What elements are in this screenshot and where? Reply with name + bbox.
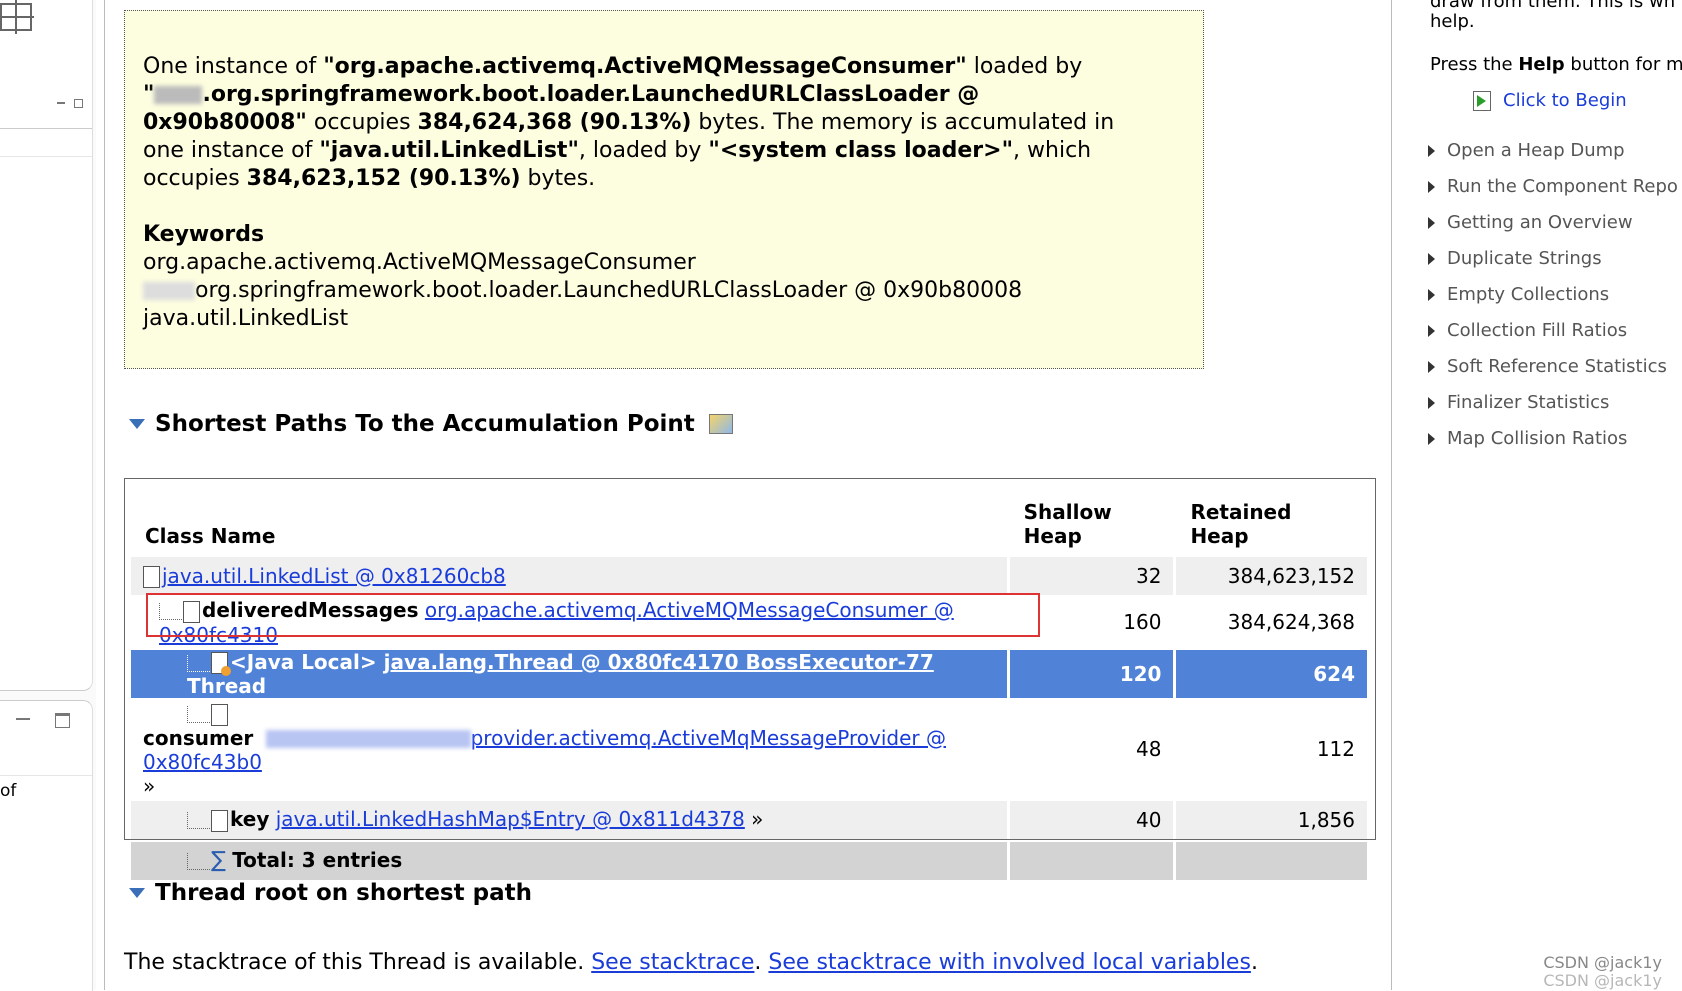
object-icon bbox=[211, 809, 228, 832]
highlight-annotation bbox=[146, 593, 1040, 637]
retained-value: 384,623,152 bbox=[1176, 557, 1367, 595]
consumer-class: "org.apache.activemq.ActiveMQMessageCons… bbox=[323, 54, 967, 79]
object-link[interactable]: java.lang.Thread @ 0x80fc4170 BossExecut… bbox=[384, 650, 934, 674]
shallow-value: 120 bbox=[1009, 649, 1174, 698]
help-item[interactable]: Duplicate Strings bbox=[1428, 248, 1602, 269]
redacted-text bbox=[154, 86, 203, 104]
left-panel-upper bbox=[0, 0, 93, 691]
stacktrace-text: The stacktrace of this Thread is availab… bbox=[124, 950, 1258, 975]
help-item[interactable]: Map Collision Ratios bbox=[1428, 428, 1627, 449]
object-icon bbox=[143, 566, 160, 589]
left-panel-lower: of bbox=[0, 700, 93, 991]
field-name: consumer bbox=[143, 725, 254, 750]
keywords-title: Keywords bbox=[143, 222, 265, 247]
field-name: key bbox=[230, 807, 270, 832]
expand-arrow-icon bbox=[1428, 288, 1435, 301]
keyword-item: org.springframework.boot.loader.Launched… bbox=[143, 277, 1185, 305]
object-link[interactable]: java.util.LinkedHashMap$Entry @ 0x811d43… bbox=[276, 807, 745, 831]
row-suffix: » bbox=[751, 807, 764, 832]
minimize-icon[interactable] bbox=[16, 718, 30, 720]
help-item[interactable]: Open a Heap Dump bbox=[1428, 140, 1625, 161]
object-link[interactable]: provider.activemq.ActiveMqMessageProvide… bbox=[143, 726, 946, 774]
expand-arrow-icon bbox=[1428, 216, 1435, 229]
retained-value: 112 bbox=[1316, 737, 1355, 762]
tree-connector bbox=[187, 706, 210, 723]
expand-arrow-icon bbox=[1428, 180, 1435, 193]
retained-value: 624 bbox=[1176, 649, 1367, 698]
image-icon[interactable] bbox=[708, 414, 733, 434]
size-2: 384,623,152 (90.13%) bbox=[246, 166, 521, 191]
thread-root-header[interactable]: Thread root on shortest path bbox=[129, 880, 532, 906]
shallow-value: 40 bbox=[1009, 800, 1174, 839]
sum-icon: ∑ bbox=[211, 848, 226, 873]
tree-connector bbox=[187, 812, 210, 830]
col-shallow-heap[interactable]: Shallow Heap bbox=[1010, 485, 1174, 554]
expand-arrow-icon bbox=[1428, 324, 1435, 337]
expand-arrow-icon bbox=[1428, 432, 1435, 445]
table-row[interactable]: key java.util.LinkedHashMap$Entry @ 0x81… bbox=[131, 800, 1367, 839]
divider bbox=[0, 775, 92, 776]
watermark: CSDN @jack1y CSDN @jack1y bbox=[1543, 953, 1662, 990]
section-title: Shortest Paths To the Accumulation Point bbox=[155, 411, 695, 437]
expand-arrow-icon bbox=[1428, 252, 1435, 265]
total-label: Total: 3 entries bbox=[232, 848, 403, 872]
table-row-selected[interactable]: <Java Local> java.lang.Thread @ 0x80fc41… bbox=[131, 649, 1367, 698]
minimize-icon[interactable] bbox=[57, 102, 65, 104]
shortest-paths-header[interactable]: Shortest Paths To the Accumulation Point bbox=[129, 411, 733, 437]
maximize-icon[interactable] bbox=[55, 713, 70, 728]
summary-text: One instance of "org.apache.activemq.Act… bbox=[143, 54, 1115, 191]
play-icon bbox=[1473, 90, 1491, 111]
help-item[interactable]: Soft Reference Statistics bbox=[1428, 356, 1667, 377]
object-link[interactable]: java.util.LinkedList @ 0x81260cb8 bbox=[162, 564, 506, 588]
tree-connector bbox=[187, 654, 210, 672]
maximize-icon[interactable] bbox=[74, 99, 83, 108]
collapse-triangle-icon[interactable] bbox=[129, 888, 145, 898]
tree-connector bbox=[187, 853, 210, 870]
collapse-triangle-icon[interactable] bbox=[129, 419, 145, 429]
press-help-text: Press the Help button for m bbox=[1430, 54, 1682, 75]
total-row: ∑ Total: 3 entries bbox=[131, 841, 1367, 880]
retained-value: 384,624,368 bbox=[1227, 610, 1355, 635]
click-to-begin[interactable]: Click to Begin bbox=[1473, 90, 1627, 111]
report-panel: One instance of "org.apache.activemq.Act… bbox=[104, 0, 1392, 990]
section-title: Thread root on shortest path bbox=[155, 880, 532, 906]
divider bbox=[0, 156, 92, 157]
help-item[interactable]: Getting an Overview bbox=[1428, 212, 1633, 233]
crosshair-icon[interactable] bbox=[0, 0, 34, 34]
keyword-item: java.util.LinkedList bbox=[143, 306, 349, 331]
redacted-text bbox=[265, 730, 471, 748]
object-icon bbox=[211, 703, 228, 726]
row-suffix: » bbox=[143, 773, 156, 798]
help-intro-text: draw from them. This is wh help. bbox=[1430, 0, 1676, 32]
thread-icon bbox=[211, 652, 231, 676]
col-class-name[interactable]: Class Name bbox=[131, 485, 1007, 554]
expand-arrow-icon bbox=[1428, 396, 1435, 409]
see-stacktrace-link[interactable]: See stacktrace bbox=[591, 950, 754, 975]
paths-table: Class Name Shallow Heap Retained Heap java… bbox=[124, 478, 1376, 880]
help-panel: draw from them. This is wh help. Press th… bbox=[1398, 0, 1682, 990]
keyword-item: org.apache.activemq.ActiveMQMessageConsu… bbox=[143, 250, 696, 275]
size-1: 384,624,368 (90.13%) bbox=[417, 110, 692, 135]
col-retained-heap[interactable]: Retained Heap bbox=[1176, 485, 1367, 554]
expand-arrow-icon bbox=[1428, 144, 1435, 157]
shallow-value: 32 bbox=[1009, 557, 1174, 595]
redacted-text bbox=[143, 282, 195, 300]
row-suffix: Thread bbox=[187, 674, 267, 698]
expand-arrow-icon bbox=[1428, 360, 1435, 373]
field-name: <Java Local> bbox=[230, 649, 377, 674]
shallow-value: 48 bbox=[1135, 737, 1162, 762]
divider bbox=[0, 128, 92, 129]
left-panel: of bbox=[0, 0, 96, 991]
help-item[interactable]: Finalizer Statistics bbox=[1428, 392, 1609, 413]
help-item[interactable]: Empty Collections bbox=[1428, 284, 1609, 305]
retained-value: 1,856 bbox=[1176, 800, 1367, 839]
problem-summary-box: One instance of "org.apache.activemq.Act… bbox=[124, 10, 1204, 369]
see-stacktrace-locals-link[interactable]: See stacktrace with involved local varia… bbox=[768, 950, 1251, 975]
help-item[interactable]: Collection Fill Ratios bbox=[1428, 320, 1627, 341]
table-row[interactable]: java.util.LinkedList @ 0x81260cb8 32 384… bbox=[131, 557, 1367, 595]
table-row[interactable]: consumer provider.activemq.ActiveMqMessa… bbox=[131, 701, 1367, 798]
help-item[interactable]: Run the Component Repo bbox=[1428, 176, 1678, 197]
truncated-text: of bbox=[0, 781, 17, 801]
